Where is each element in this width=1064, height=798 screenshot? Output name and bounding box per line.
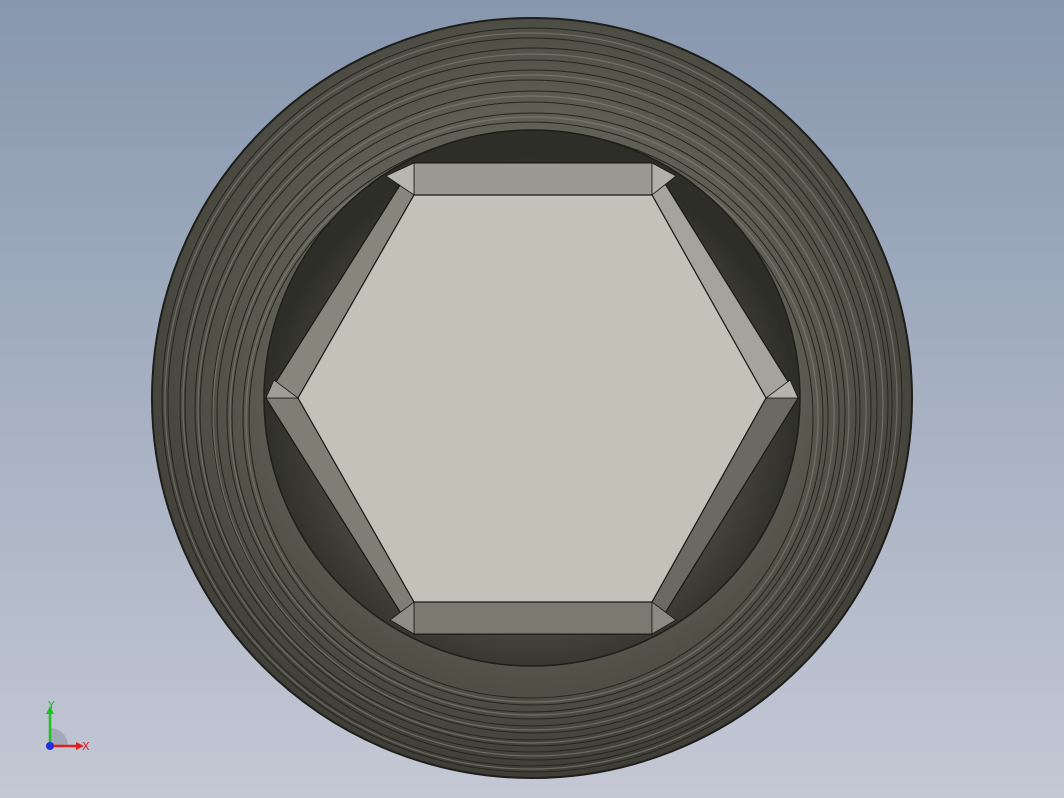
y-axis-label: Y [47,699,55,712]
z-axis-dot-icon [46,742,54,750]
x-axis-label: X [82,740,90,753]
3d-viewport[interactable]: Y X [0,0,1064,798]
orientation-triad[interactable]: Y X [40,698,100,758]
model-render[interactable] [0,0,1064,798]
socket-wall-top [413,162,653,196]
socket-wall-bottom [413,601,653,635]
